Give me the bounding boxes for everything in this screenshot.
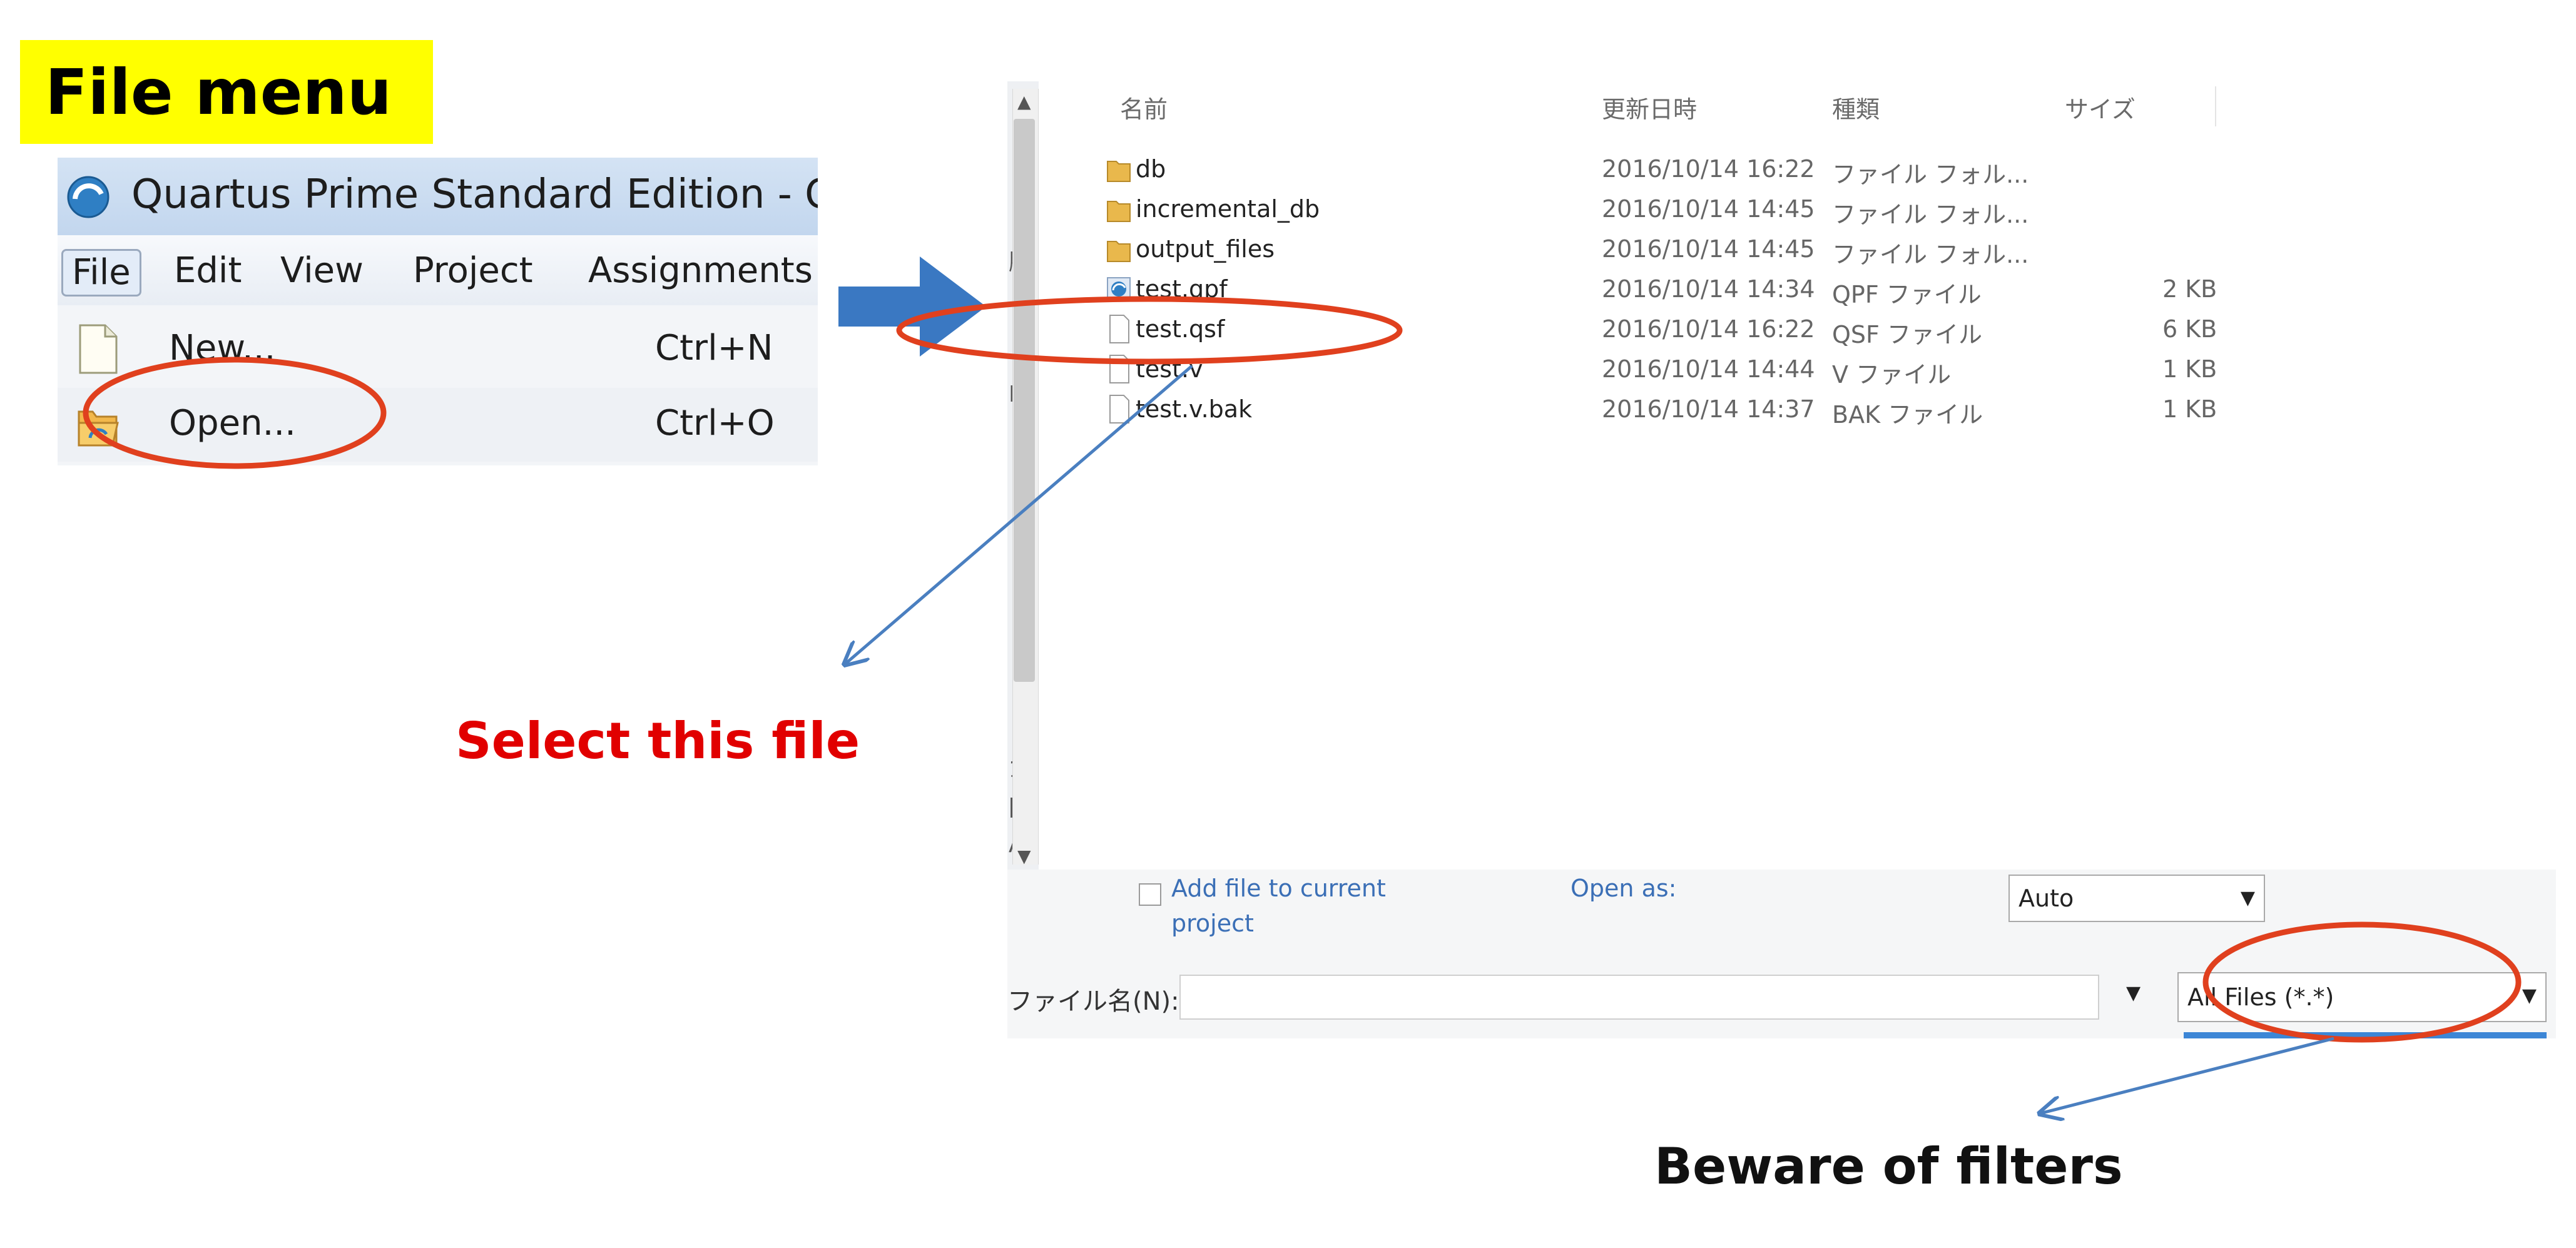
- quartus-project-icon: [1107, 277, 1131, 301]
- file-date: 2016/10/14 14:34: [1602, 275, 1815, 303]
- open-as-label: Open as:: [1571, 875, 1677, 902]
- file-list: 名前 更新日時 種類 サイズ db 2016/10/14 16:22 ファイル …: [1039, 81, 2556, 870]
- file-date: 2016/10/14 14:44: [1602, 355, 1815, 383]
- new-file-icon: [79, 324, 118, 374]
- dialog-scrollbar-thumb[interactable]: [1014, 119, 1035, 682]
- quartus-window-title: Quartus Prime Standard Edition - C:: [131, 171, 818, 218]
- file-icon: [1109, 355, 1129, 383]
- folder-icon: [1107, 201, 1131, 222]
- callout-arrow-filters: [2040, 1037, 2334, 1114]
- file-date: 2016/10/14 16:22: [1602, 155, 1815, 183]
- menu-file[interactable]: File: [61, 249, 141, 297]
- file-name: test.qsf: [1136, 315, 1225, 343]
- column-header-size[interactable]: サイズ: [2065, 90, 2136, 124]
- file-type: V ファイル: [1832, 361, 1952, 388]
- menu-item-new-shortcut: Ctrl+N: [655, 328, 773, 368]
- file-row[interactable]: incremental_db 2016/10/14 14:45 ファイル フォル…: [1039, 189, 2556, 229]
- column-header-modified[interactable]: 更新日時: [1602, 90, 1697, 124]
- quartus-logo-icon: [67, 176, 109, 218]
- menu-view[interactable]: View: [269, 249, 375, 293]
- title-banner: File menu: [20, 40, 433, 144]
- menu-project[interactable]: Project: [402, 249, 544, 293]
- menu-item-open-label: Open...: [169, 403, 296, 444]
- callout-select-file: Select this file: [456, 712, 860, 770]
- file-type: ファイル フォル...: [1832, 241, 2029, 268]
- file-type-filter-value: All Files (*.*): [2187, 983, 2334, 1011]
- file-date: 2016/10/14 14:45: [1602, 195, 1815, 223]
- folder-icon: [1107, 161, 1131, 182]
- file-type: QPF ファイル: [1832, 281, 1982, 308]
- menu-edit[interactable]: Edit: [163, 249, 253, 293]
- open-folder-icon: [78, 410, 119, 447]
- quartus-window: Quartus Prime Standard Edition - C: File…: [58, 158, 818, 465]
- filename-input[interactable]: [1179, 975, 2099, 1020]
- file-name: output_files: [1136, 235, 1275, 263]
- file-name: test.v.bak: [1136, 395, 1253, 423]
- file-date: 2016/10/14 16:22: [1602, 315, 1815, 343]
- menu-item-new-label: New...: [169, 328, 276, 368]
- file-row[interactable]: test.v.bak 2016/10/14 14:37 BAK ファイル 1 K…: [1039, 389, 2556, 429]
- scroll-up-icon[interactable]: ▲: [1017, 91, 1031, 112]
- chevron-down-icon[interactable]: ▼: [2126, 982, 2141, 1004]
- file-type: QSF ファイル: [1832, 321, 1982, 348]
- file-size: 1 KB: [2162, 355, 2217, 383]
- open-as-select[interactable]: Auto ▼: [2008, 875, 2265, 922]
- chevron-down-icon: ▼: [2522, 985, 2537, 1007]
- menu-item-open[interactable]: Open... Ctrl+O: [58, 388, 818, 462]
- open-button[interactable]: [2184, 1032, 2547, 1038]
- file-name: db: [1136, 155, 1166, 183]
- file-type: ファイル フォル...: [1832, 201, 2029, 228]
- file-size: 2 KB: [2162, 275, 2217, 303]
- column-divider: [2215, 86, 2216, 126]
- file-icon: [1109, 315, 1129, 343]
- file-type-filter-select[interactable]: All Files (*.*) ▼: [2177, 972, 2547, 1022]
- scroll-down-icon[interactable]: ▼: [1017, 846, 1031, 866]
- flow-arrow-icon: [838, 256, 986, 357]
- folder-icon: [1107, 241, 1131, 262]
- add-file-checkbox[interactable]: [1139, 883, 1161, 906]
- file-row[interactable]: test.qpf 2016/10/14 14:34 QPF ファイル 2 KB: [1039, 269, 2556, 309]
- file-date: 2016/10/14 14:45: [1602, 235, 1815, 263]
- quartus-menubar: File Edit View Project Assignments: [58, 235, 818, 307]
- open-as-value: Auto: [2019, 885, 2074, 912]
- quartus-titlebar: Quartus Prime Standard Edition - C:: [58, 158, 818, 236]
- filename-label: ファイル名(N):: [1007, 987, 1179, 1016]
- file-row[interactable]: db 2016/10/14 16:22 ファイル フォル...: [1039, 149, 2556, 189]
- file-type: BAK ファイル: [1832, 401, 1983, 429]
- file-size: 1 KB: [2162, 395, 2217, 423]
- column-header-name[interactable]: 名前: [1120, 90, 1168, 124]
- menu-assignments[interactable]: Assignments: [577, 249, 818, 293]
- file-row[interactable]: output_files 2016/10/14 14:45 ファイル フォル..…: [1039, 229, 2556, 269]
- chevron-down-icon: ▼: [2240, 887, 2255, 909]
- file-date: 2016/10/14 14:37: [1602, 395, 1815, 423]
- file-name: incremental_db: [1136, 195, 1320, 223]
- file-row[interactable]: test.v 2016/10/14 14:44 V ファイル 1 KB: [1039, 349, 2556, 389]
- file-icon: [1109, 395, 1129, 424]
- column-header-type[interactable]: 種類: [1832, 90, 1880, 124]
- file-dropdown-menu: New... Ctrl+N Open... Ctrl+O: [58, 305, 818, 465]
- file-size: 6 KB: [2162, 315, 2217, 343]
- menu-item-open-shortcut: Ctrl+O: [655, 403, 775, 444]
- file-type: ファイル フォル...: [1832, 161, 2029, 188]
- file-row-selected-target[interactable]: test.qsf 2016/10/14 16:22 QSF ファイル 6 KB: [1039, 309, 2556, 349]
- file-name: test.v: [1136, 355, 1203, 383]
- callout-beware-filters: Beware of filters: [1654, 1137, 2123, 1195]
- menu-item-new[interactable]: New... Ctrl+N: [58, 313, 818, 387]
- file-name: test.qpf: [1136, 275, 1228, 303]
- add-file-label: Add file to current project: [1171, 875, 1386, 937]
- open-file-dialog: 腓 Ⅲ 1] [N A ▲ ▼ 名前 更新日時 種類 サイズ db 2016/1…: [1007, 81, 2556, 1038]
- title-banner-text: File menu: [45, 55, 392, 129]
